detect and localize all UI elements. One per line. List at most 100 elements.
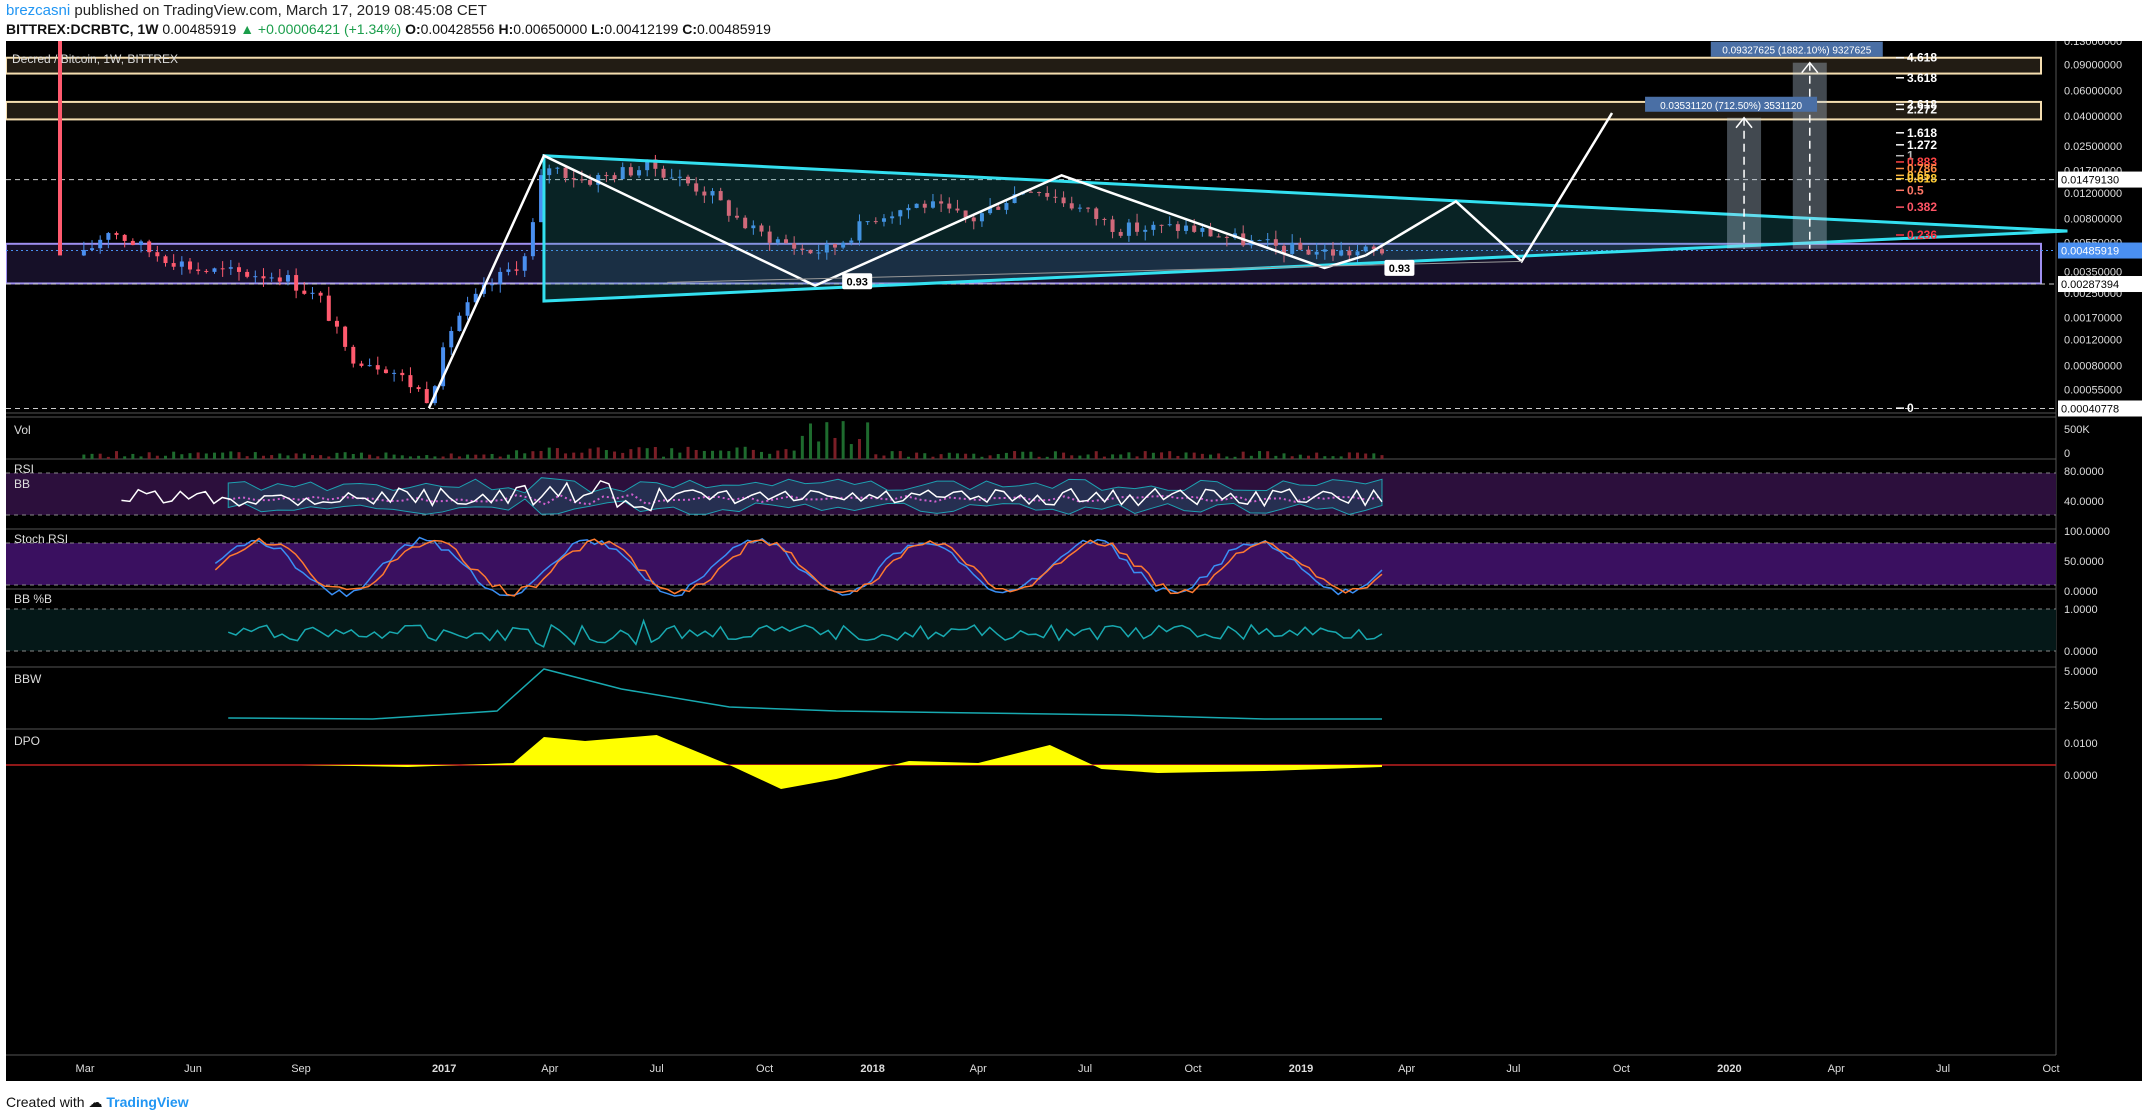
volume-bar [833, 437, 837, 459]
volume-bar [1192, 452, 1196, 459]
volume-bar [1266, 451, 1270, 459]
volume-bar [1168, 451, 1172, 459]
volume-bar [1045, 456, 1049, 459]
volume-bar [1037, 456, 1041, 459]
trading-chart[interactable]: 0.13000000 0.09000000 0.06000000 0.04000000… [6, 41, 2142, 1081]
volume-bar [988, 455, 992, 459]
time-tick-label: Apr [541, 1063, 558, 1075]
pane-tick-label: 50.0000 [2064, 556, 2104, 568]
volume-bar [531, 451, 535, 459]
volume-bar [866, 422, 870, 459]
tradingview-brand[interactable]: TradingView [106, 1094, 188, 1110]
candle-body [163, 256, 168, 264]
pane-tick-label: 100.0000 [2064, 526, 2110, 538]
pane-title: DPO [14, 734, 40, 748]
candle-body [179, 261, 184, 267]
candle-body [408, 375, 413, 388]
volume-bar [1176, 455, 1180, 459]
volume-bar [1070, 455, 1074, 459]
candle-body [498, 271, 503, 285]
candle-body [90, 248, 95, 250]
candle-body [465, 302, 470, 316]
volume-bar [800, 435, 804, 459]
bbpb-band [6, 609, 2056, 651]
volume-bar [278, 453, 282, 459]
volume-bar [384, 452, 388, 459]
volume-bar [808, 423, 812, 459]
price-label: 0.00287394 [2061, 279, 2119, 291]
pane-tick-label: 0 [2064, 448, 2070, 460]
volume-bar [1200, 453, 1204, 459]
volume-bar [555, 448, 559, 459]
volume-bar [768, 453, 772, 459]
candle-body [139, 241, 144, 246]
time-tick-label: Apr [1828, 1063, 1845, 1075]
candle-body [383, 369, 388, 374]
volume-bar [539, 450, 543, 459]
volume-bar [302, 453, 306, 459]
volume-bar [702, 450, 706, 459]
volume-bar [792, 450, 796, 459]
pane-tick-label: 0.0000 [2064, 646, 2098, 658]
candle-body [416, 387, 421, 390]
candle-body [343, 326, 348, 347]
volume-bar [515, 450, 519, 459]
volume-bar [1274, 455, 1278, 459]
price-tick-label: 0.01200000 [2064, 188, 2122, 200]
price-label: 0.00040778 [2061, 404, 2119, 416]
candle-body [261, 276, 266, 279]
volume-bar [1184, 452, 1188, 459]
volume-bar [392, 454, 396, 459]
volume-bar [327, 456, 331, 459]
volume-bar [751, 449, 755, 459]
volume-bar [408, 456, 412, 459]
volume-bar [196, 452, 200, 459]
created-with-label: Created with [6, 1094, 85, 1110]
volume-bar [1331, 456, 1335, 459]
volume-bar [82, 454, 86, 459]
volume-bar [1004, 452, 1008, 459]
candle-body [245, 271, 250, 277]
volume-bar [506, 454, 510, 459]
volume-bar [1062, 452, 1066, 459]
volume-bar [686, 446, 690, 459]
symbol-label: BITTREX:DCRBTC, 1W [6, 21, 159, 37]
candle-body [318, 292, 323, 296]
volume-bar [474, 454, 478, 459]
volume-bar [759, 451, 763, 459]
volume-bar [1347, 452, 1351, 459]
chart-title: Decred / Bitcoin, 1W, BITTREX [12, 52, 178, 66]
candle-body [220, 268, 225, 270]
time-tick-label: Jun [184, 1063, 202, 1075]
volume-bar [613, 451, 617, 459]
volume-bar [637, 447, 641, 459]
volume-bar [604, 450, 608, 459]
volume-bar [523, 453, 527, 459]
volume-bar [947, 452, 951, 459]
candle-body [457, 315, 462, 332]
volume-bar [221, 452, 225, 459]
high-value: 0.00650000 [513, 21, 588, 37]
time-tick-label: Jul [1506, 1063, 1520, 1075]
author-link[interactable]: brezcasni [6, 2, 70, 19]
pane-title: BBW [14, 672, 42, 686]
volume-bar [1094, 451, 1098, 459]
price-label: 0.00485919 [2061, 246, 2119, 258]
pane-tick-label: 2.5000 [2064, 700, 2098, 712]
volume-bar [719, 450, 723, 459]
pane-title: Stoch RSI [14, 532, 68, 546]
close-label: C: [682, 21, 697, 37]
volume-bar [1355, 452, 1359, 459]
price-label: 0.01479130 [2061, 175, 2119, 187]
volume-bar [1307, 455, 1311, 459]
pane-title: Vol [14, 423, 31, 437]
price-tick-label: 0.04000000 [2064, 111, 2122, 123]
volume-bar [1233, 456, 1237, 459]
volume-bar [743, 446, 747, 459]
volume-bar [670, 448, 674, 459]
candle-body [171, 263, 176, 267]
candle-body [187, 261, 192, 270]
volume-bar [229, 451, 233, 459]
volume-bar [180, 454, 184, 459]
volume-bar [572, 452, 576, 459]
